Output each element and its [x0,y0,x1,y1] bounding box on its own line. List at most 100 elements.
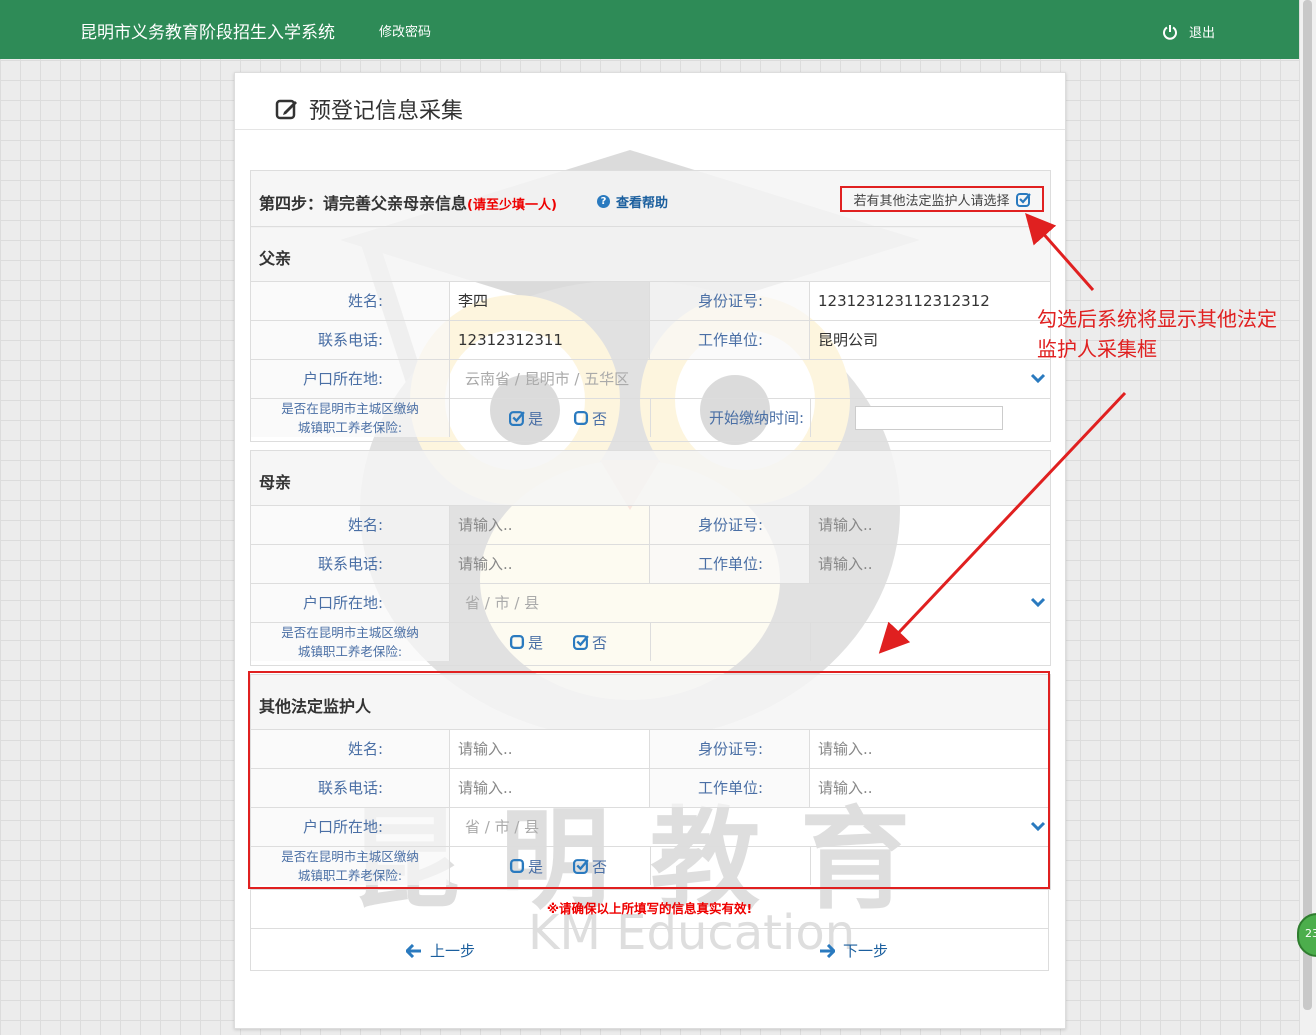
phone-label: 联系电话: [251,321,450,359]
phone-label: 联系电话: [251,545,450,583]
name-label: 姓名: [251,282,450,320]
guardian-insurance-no[interactable]: 否 [573,856,607,877]
step-title: 第四步：请完善父亲母亲信息(请至少填一人) [259,190,557,214]
prev-step-label: 上一步 [430,942,476,960]
help-label: 查看帮助 [616,196,669,211]
insurance-label-line2: 城镇职工养老保险: [297,644,403,659]
insurance-label-line2: 城镇职工养老保险: [297,420,403,435]
guardian-insurance-radios: 是 否 [450,847,651,885]
guardian-name-input[interactable]: 请输入.. [450,730,650,768]
no-label: 否 [592,409,608,428]
edit-icon [275,99,297,120]
chevron-down-icon [1030,373,1046,384]
next-step-label: 下一步 [843,942,889,960]
guardian-insurance-yes[interactable]: 是 [509,856,543,877]
divider [235,129,1065,130]
father-work-input[interactable]: 昆明公司 [810,321,1050,359]
yes-label: 是 [528,857,544,876]
logout-label: 退出 [1189,26,1216,41]
arrow-right-icon [820,943,835,958]
mother-row-name: 姓名: 请输入.. 身份证号: 请输入.. [251,506,1050,545]
empty-cell [811,847,1050,885]
father-id-input[interactable]: 123123123112312312 [810,282,1050,320]
other-guardian-checkbox[interactable]: 若有其他法定监护人请选择 [840,186,1044,212]
annotation-line1: 勾选后系统将显示其他法定 [1037,307,1277,331]
mother-section: 母亲 姓名: 请输入.. 身份证号: 请输入.. 联系电话: 请输入.. 工作单… [250,450,1051,666]
arrow-left-icon [406,943,421,958]
pay-start-date-input[interactable] [855,406,1003,430]
mother-insurance-radios: 是 否 [450,623,651,661]
father-row-address: 户口所在地: 云南省 / 昆明市 / 五华区 [251,360,1050,399]
phone-label: 联系电话: [251,769,450,807]
guardian-section: 其他法定监护人 姓名: 请输入.. 身份证号: 请输入.. 联系电话: 请输入.… [250,674,1051,890]
step-navigation: 上一步 下一步 [250,929,1049,971]
father-row-insurance: 是否在昆明市主城区缴纳 城镇职工养老保险: 是 否 开始缴纳时间: [251,399,1050,437]
no-label: 否 [592,633,608,652]
chevron-down-icon [1030,821,1046,832]
father-address-value: 云南省 / 昆明市 / 五华区 [465,370,630,388]
household-label: 户口所在地: [251,808,450,846]
father-name-input[interactable]: 李四 [450,282,650,320]
step-note: (请至少填一人) [467,198,557,213]
power-icon [1163,24,1177,40]
insurance-label: 是否在昆明市主城区缴纳 城镇职工养老保险: [251,623,450,661]
father-insurance-no[interactable]: 否 [573,408,607,429]
app-title[interactable]: 昆明市义务教育阶段招生入学系统 [80,18,335,43]
mother-row-insurance: 是否在昆明市主城区缴纳 城镇职工养老保险: 是 否 [251,623,1050,661]
household-label: 户口所在地: [251,584,450,622]
mother-work-input[interactable]: 请输入.. [810,545,1050,583]
yes-label: 是 [528,409,544,428]
mother-title: 母亲 [259,473,292,492]
guardian-id-input[interactable]: 请输入.. [810,730,1050,768]
checked-icon [573,859,589,874]
yes-label: 是 [528,633,544,652]
guardian-address-value: 省 / 市 / 县 [465,818,540,836]
father-address-select[interactable]: 云南省 / 昆明市 / 五华区 [450,360,1050,398]
checked-icon [1015,192,1031,207]
mother-address-select[interactable]: 省 / 市 / 县 [450,584,1050,622]
change-password-link[interactable]: 修改密码 [379,21,431,40]
father-phone-input[interactable]: 12312312311 [450,321,650,359]
unchecked-icon [509,858,525,874]
mother-id-input[interactable]: 请输入.. [810,506,1050,544]
father-header: 父亲 [251,227,1050,282]
guardian-row-phone: 联系电话: 请输入.. 工作单位: 请输入.. [251,769,1050,808]
mother-insurance-no[interactable]: 否 [573,632,607,653]
annotation-line2: 监护人采集框 [1037,337,1157,361]
work-label: 工作单位: [650,545,810,583]
mother-row-address: 户口所在地: 省 / 市 / 县 [251,584,1050,623]
mother-insurance-yes[interactable]: 是 [509,632,543,653]
father-section: 父亲 姓名: 李四 身份证号: 123123123112312312 联系电话:… [250,226,1051,442]
guardian-row-address: 户口所在地: 省 / 市 / 县 [251,808,1050,847]
other-guardian-label: 若有其他法定监护人请选择 [853,193,1010,209]
unchecked-icon [573,410,589,426]
guardian-address-select[interactable]: 省 / 市 / 县 [450,808,1050,846]
insurance-label-line1: 是否在昆明市主城区缴纳 [281,625,419,640]
next-step-button[interactable]: 下一步 [819,940,888,961]
logout-button[interactable]: 退出 [1162,22,1215,41]
top-navbar: 昆明市义务教育阶段招生入学系统 修改密码 退出 [0,0,1300,59]
father-insurance-yes[interactable]: 是 [509,408,543,429]
step-title-text: 第四步：请完善父亲母亲信息 [259,194,468,213]
page-scrollbar[interactable] [1299,0,1316,1035]
guardian-row-insurance: 是否在昆明市主城区缴纳 城镇职工养老保险: 是 否 [251,847,1050,885]
step-header: 第四步：请完善父亲母亲信息(请至少填一人) ? 查看帮助 若有其他法定监护人请选择 [250,170,1051,228]
scrollbar-thumb[interactable] [1303,0,1312,1010]
help-link[interactable]: ? 查看帮助 [597,192,668,211]
guardian-header: 其他法定监护人 [251,675,1050,730]
work-label: 工作单位: [650,769,810,807]
insurance-label: 是否在昆明市主城区缴纳 城镇职工养老保险: [251,847,450,885]
guardian-title: 其他法定监护人 [259,697,372,716]
guardian-phone-input[interactable]: 请输入.. [450,769,650,807]
mother-header: 母亲 [251,451,1050,506]
insurance-label-line1: 是否在昆明市主城区缴纳 [281,401,419,416]
name-label: 姓名: [251,730,450,768]
id-label: 身份证号: [650,282,810,320]
truth-notice: ※请确保以上所填写的信息真实有效! [250,889,1049,929]
prev-step-button[interactable]: 上一步 [406,940,475,961]
guardian-work-input[interactable]: 请输入.. [810,769,1050,807]
mother-name-input[interactable]: 请输入.. [450,506,650,544]
annotation-text: 勾选后系统将显示其他法定 监护人采集框 [1037,304,1277,364]
mother-phone-input[interactable]: 请输入.. [450,545,650,583]
mother-row-phone: 联系电话: 请输入.. 工作单位: 请输入.. [251,545,1050,584]
